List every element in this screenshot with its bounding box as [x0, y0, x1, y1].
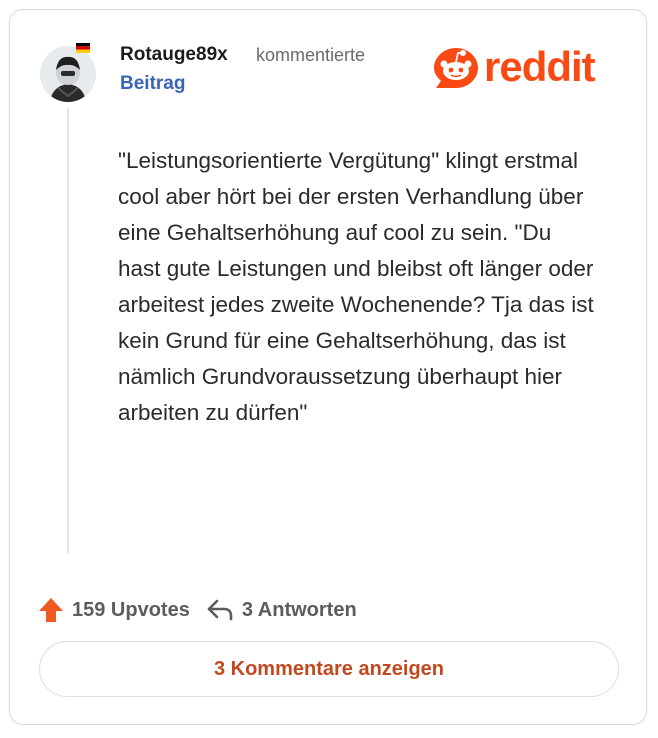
avatar-image [40, 46, 96, 102]
german-flag-icon [76, 43, 90, 53]
avatar[interactable] [40, 46, 96, 102]
show-comments-button[interactable]: 3 Kommentare anzeigen [39, 641, 619, 697]
comment-action-text: kommentierte [256, 45, 366, 65]
comment-footer: 159 Upvotes 3 Antworten [38, 596, 357, 624]
reddit-logo: reddit [432, 43, 596, 90]
comment-author[interactable]: Rotauge89x [120, 44, 228, 66]
post-link[interactable]: Beitrag [120, 73, 185, 95]
comment-card: Rotauge89x kommentierte Beitrag reddit "… [9, 9, 647, 725]
reddit-wordmark: reddit [484, 43, 596, 90]
upvote-count: 159 Upvotes [72, 598, 190, 621]
upvote-arrow-icon[interactable] [38, 596, 64, 624]
comment-body: "Leistungsorientierte Vergütung" klingt … [118, 148, 594, 425]
reply-count[interactable]: 3 Antworten [242, 599, 357, 622]
reply-arrow-icon[interactable] [206, 598, 234, 622]
thread-line [67, 108, 69, 554]
reddit-logo-icon [434, 48, 478, 88]
